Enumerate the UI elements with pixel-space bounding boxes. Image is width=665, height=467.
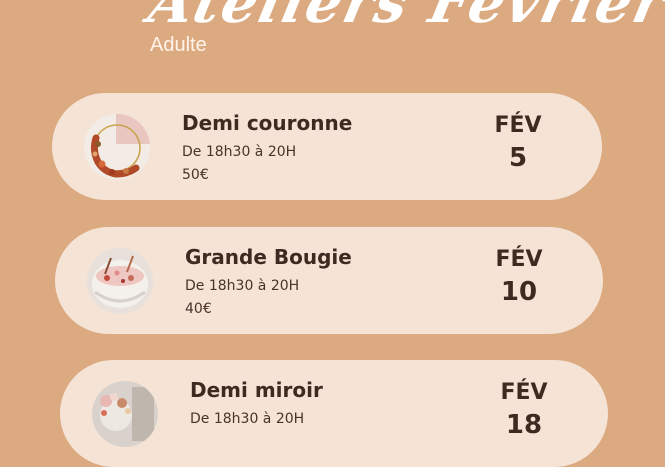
mirror-image-icon: [92, 381, 158, 447]
workshop-card-demi-miroir[interactable]: Demi miroir De 18h30 à 20H FÉV 18: [60, 360, 608, 467]
workshop-month: FÉV: [500, 380, 548, 405]
audience-label: Adulte: [150, 34, 207, 56]
workshop-month: FÉV: [494, 113, 542, 138]
workshop-price: 50€: [182, 167, 209, 183]
workshop-name: Demi miroir: [190, 378, 323, 402]
workshop-price: 40€: [185, 301, 212, 317]
workshop-time: De 18h30 à 20H: [182, 144, 297, 160]
workshop-name: Grande Bougie: [185, 245, 352, 269]
candle-image-icon: [87, 248, 153, 314]
workshop-day: 10: [500, 277, 538, 307]
workshop-image-candle: [87, 248, 153, 314]
workshop-card-demi-couronne[interactable]: Demi couronne De 18h30 à 20H 50€ FÉV 5: [52, 93, 602, 200]
workshop-name: Demi couronne: [182, 111, 353, 135]
workshop-time: De 18h30 à 20H: [185, 278, 300, 294]
workshop-time: De 18h30 à 20H: [190, 411, 305, 427]
workshop-month: FÉV: [495, 247, 543, 272]
wreath-image-icon: [84, 114, 150, 180]
workshop-day: 18: [505, 410, 543, 440]
workshop-card-grande-bougie[interactable]: Grande Bougie De 18h30 à 20H 40€ FÉV 10: [55, 227, 603, 334]
page-title: Ateliers Février: [142, 0, 665, 36]
workshop-image-wreath: [84, 114, 150, 180]
workshop-day: 5: [508, 143, 528, 173]
workshop-image-mirror: [92, 381, 158, 447]
